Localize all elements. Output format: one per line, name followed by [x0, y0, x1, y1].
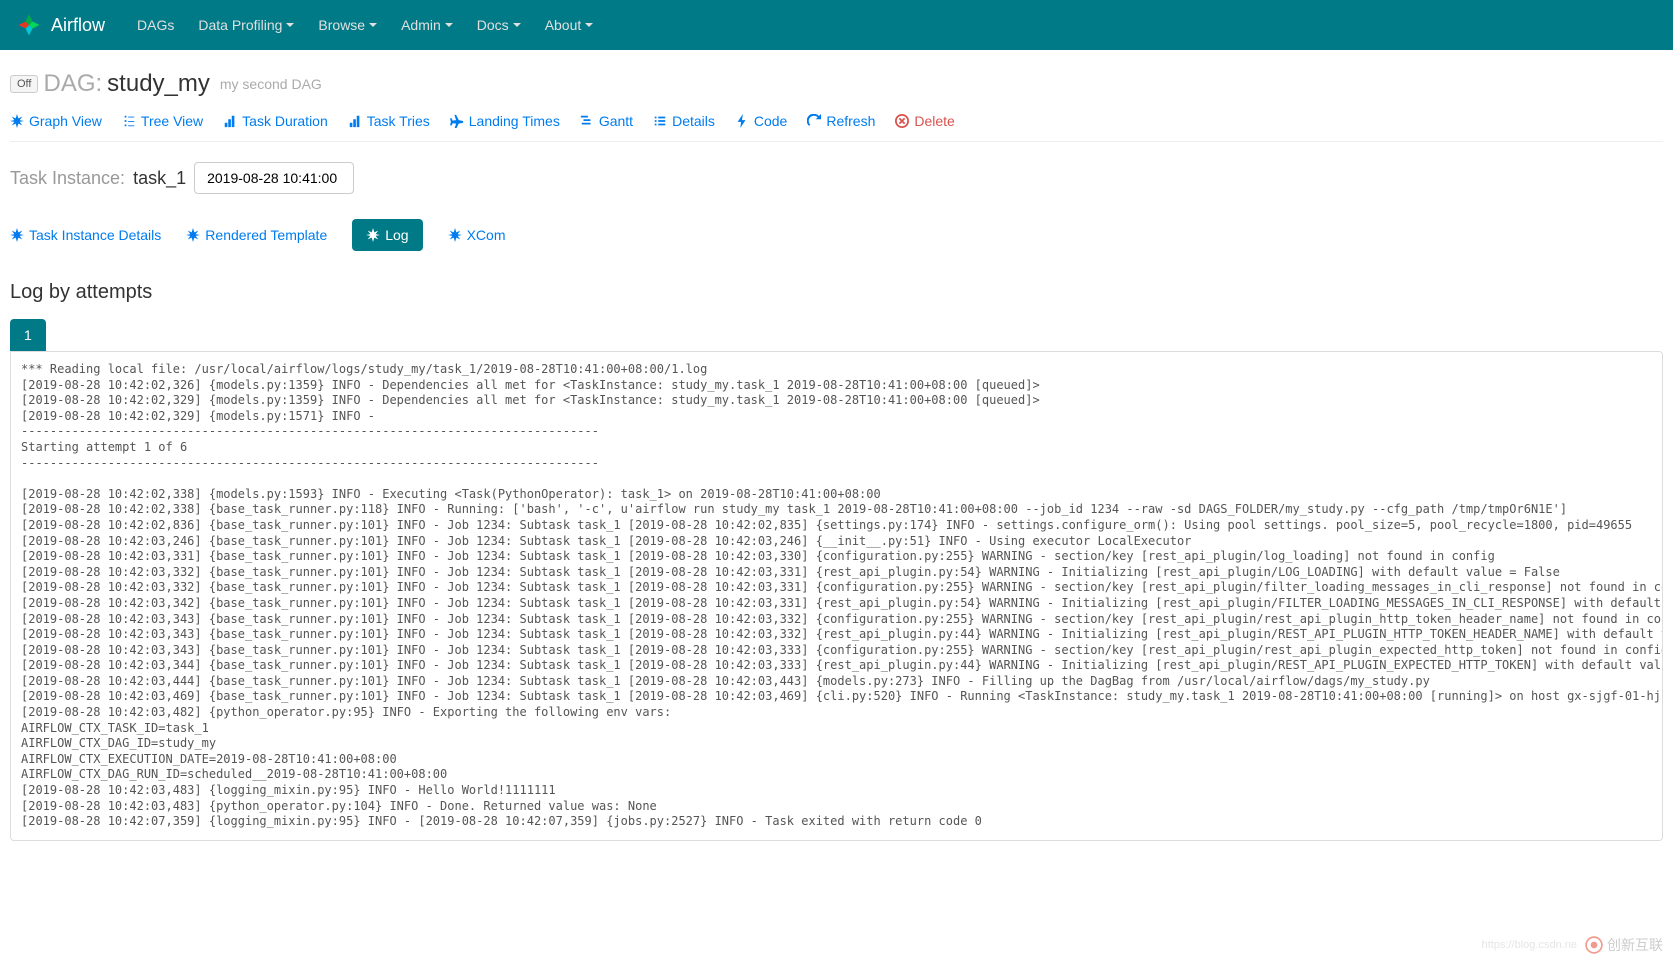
nav-browse[interactable]: Browse: [306, 2, 389, 48]
tab-tree-view[interactable]: Tree View: [122, 113, 203, 129]
task-subtabs: Task Instance Details Rendered Template …: [10, 219, 1663, 251]
delete-icon: [895, 114, 909, 128]
attempt-tabs: 1: [10, 319, 1663, 351]
subtab-xcom[interactable]: XCom: [448, 221, 506, 249]
log-content[interactable]: *** Reading local file: /usr/local/airfl…: [10, 351, 1663, 841]
tab-code[interactable]: Code: [735, 113, 787, 129]
nav-menu: DAGs Data Profiling Browse Admin Docs Ab…: [125, 2, 605, 48]
caret-icon: [286, 23, 294, 27]
nav-admin[interactable]: Admin: [389, 2, 465, 48]
tab-gantt[interactable]: Gantt: [580, 113, 633, 129]
brand-text: Airflow: [51, 15, 105, 36]
watermark: https://blog.csdn.ne 创新互联: [1482, 935, 1663, 955]
watermark-url: https://blog.csdn.ne: [1482, 939, 1577, 951]
nav-data-profiling[interactable]: Data Profiling: [186, 2, 306, 48]
bar-chart-icon: [348, 114, 362, 128]
refresh-icon: [807, 114, 821, 128]
task-instance-id: task_1: [133, 168, 186, 189]
nav-dags[interactable]: DAGs: [125, 2, 186, 48]
asterisk-icon: [448, 228, 462, 242]
nav-docs[interactable]: Docs: [465, 2, 533, 48]
tab-task-tries[interactable]: Task Tries: [348, 113, 430, 129]
watermark-brand: 创新互联: [1585, 935, 1663, 955]
subtab-task-details[interactable]: Task Instance Details: [10, 221, 161, 249]
dag-tabs: Graph View Tree View Task Duration Task …: [10, 113, 1663, 142]
task-instance-row: Task Instance: task_1: [10, 162, 1663, 194]
asterisk-icon: [10, 228, 24, 242]
tab-details[interactable]: Details: [653, 113, 715, 129]
subtab-rendered-template[interactable]: Rendered Template: [186, 221, 327, 249]
tree-icon: [122, 114, 136, 128]
bar-chart-icon: [223, 114, 237, 128]
bolt-icon: [735, 114, 749, 128]
caret-icon: [585, 23, 593, 27]
dag-description: my second DAG: [220, 76, 322, 92]
tab-delete[interactable]: Delete: [895, 113, 954, 129]
caret-icon: [445, 23, 453, 27]
execution-date-input[interactable]: [194, 162, 354, 194]
attempt-tab-1[interactable]: 1: [10, 319, 46, 351]
tab-task-duration[interactable]: Task Duration: [223, 113, 328, 129]
airflow-logo-icon: [15, 11, 43, 39]
nav-about[interactable]: About: [533, 2, 606, 48]
dag-name: study_my: [107, 70, 210, 98]
dag-toggle-button[interactable]: Off: [10, 75, 38, 93]
asterisk-icon: [366, 228, 380, 242]
asterisk-icon: [186, 228, 200, 242]
gantt-icon: [580, 114, 594, 128]
tab-landing-times[interactable]: Landing Times: [450, 113, 560, 129]
caret-icon: [513, 23, 521, 27]
subtab-log[interactable]: Log: [352, 219, 422, 251]
list-icon: [653, 114, 667, 128]
watermark-icon: [1585, 936, 1603, 954]
dag-label: DAG:: [43, 70, 102, 98]
navbar: Airflow DAGs Data Profiling Browse Admin…: [0, 0, 1673, 50]
navbar-brand[interactable]: Airflow: [15, 11, 105, 39]
caret-icon: [369, 23, 377, 27]
task-instance-label: Task Instance:: [10, 168, 125, 189]
tab-graph-view[interactable]: Graph View: [10, 113, 102, 129]
log-section-title: Log by attempts: [10, 281, 1663, 304]
tab-refresh[interactable]: Refresh: [807, 113, 875, 129]
plane-icon: [450, 114, 464, 128]
dag-header: Off DAG: study_my my second DAG: [10, 70, 1663, 98]
asterisk-icon: [10, 114, 24, 128]
